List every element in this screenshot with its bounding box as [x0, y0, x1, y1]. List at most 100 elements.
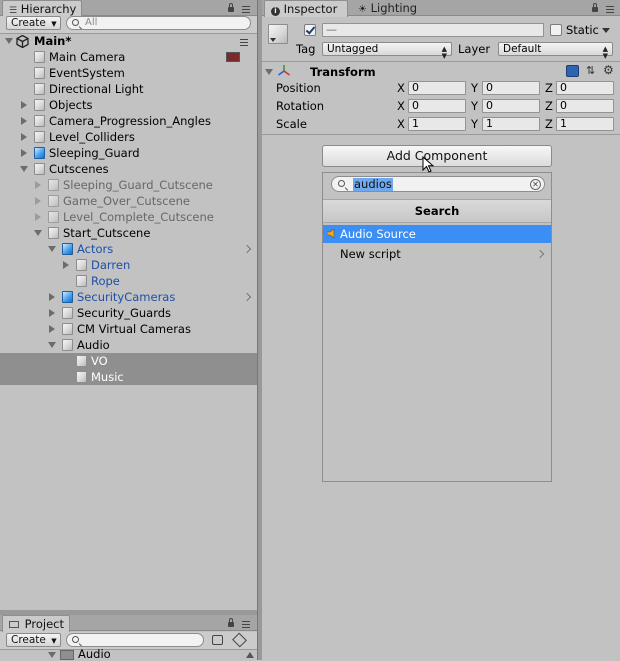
scene-row[interactable]: Main* — [0, 33, 257, 49]
expand-arrow-icon[interactable] — [49, 293, 55, 301]
expand-arrow-icon[interactable] — [21, 149, 27, 157]
item-label: VO — [91, 354, 108, 368]
object-name-field[interactable]: — — [322, 23, 544, 37]
scale-y-field[interactable]: 1 — [482, 117, 540, 131]
clear-search-icon[interactable]: ✕ — [530, 179, 541, 190]
rotation-x-field[interactable]: 0 — [408, 99, 466, 113]
help-book-icon[interactable] — [566, 65, 579, 77]
expand-arrow-icon[interactable] — [35, 197, 41, 205]
tab-hierarchy[interactable]: ☰ Hierarchy — [2, 0, 82, 17]
hierarchy-item-actors[interactable]: Actors — [0, 241, 257, 257]
hierarchy-item-main-camera[interactable]: Main Camera — [0, 49, 257, 65]
axis-x-label: X — [397, 81, 405, 95]
gameobject-icon — [62, 307, 73, 319]
active-checkbox[interactable] — [304, 24, 316, 36]
create-dropdown[interactable]: Create ▼ — [6, 633, 61, 647]
static-dropdown-icon[interactable] — [602, 28, 610, 33]
popup-item-new-script[interactable]: New script — [323, 245, 551, 263]
filter-by-type-icon[interactable] — [212, 635, 223, 645]
position-z-field[interactable]: 0 — [556, 81, 614, 95]
rotation-y-field[interactable]: 0 — [482, 99, 540, 113]
hierarchy-item-cm-virtual-cameras[interactable]: CM Virtual Cameras — [0, 321, 257, 337]
settings-gear-icon[interactable]: ⚙ — [603, 63, 617, 77]
presets-icon[interactable]: ⇅ — [586, 64, 598, 77]
expand-arrow-icon[interactable] — [21, 133, 27, 141]
position-x-field[interactable]: 0 — [408, 81, 466, 95]
filter-by-label-icon[interactable] — [232, 632, 247, 648]
panel-menu-icon[interactable] — [242, 6, 250, 15]
hierarchy-item-securitycameras[interactable]: SecurityCameras — [0, 289, 257, 305]
collapse-arrow-icon[interactable] — [48, 342, 56, 348]
item-label: Main Camera — [49, 50, 126, 64]
dropdown-arrow-icon: ▼ — [51, 20, 57, 28]
hierarchy-item-music[interactable]: Music — [0, 369, 257, 385]
collapse-arrow-icon[interactable] — [48, 246, 56, 252]
hierarchy-item-directional-light[interactable]: Directional Light — [0, 81, 257, 97]
expand-arrow-icon[interactable] — [5, 38, 13, 44]
lock-icon[interactable] — [592, 3, 598, 12]
chevron-right-icon[interactable] — [242, 292, 252, 302]
hierarchy-search-input[interactable]: All — [66, 16, 251, 30]
rotation-z-field[interactable]: 0 — [556, 99, 614, 113]
hierarchy-item-sleeping-guard[interactable]: Sleeping_Guard — [0, 145, 257, 161]
tab-lighting[interactable]: ☀ Lighting — [352, 0, 422, 16]
item-label: SecurityCameras — [77, 290, 176, 304]
inspector-tabbar: i Inspector ☀ Lighting — [262, 0, 620, 17]
popup-search-input[interactable]: audios ✕ — [331, 176, 545, 192]
position-y-field[interactable]: 0 — [482, 81, 540, 95]
hierarchy-item-eventsystem[interactable]: EventSystem — [0, 65, 257, 81]
object-name-value: — — [326, 23, 337, 36]
hierarchy-item-audio[interactable]: Audio — [0, 337, 257, 353]
expand-arrow-icon[interactable] — [21, 117, 27, 125]
expand-arrow-icon[interactable] — [21, 101, 27, 109]
tab-project-label: Project — [24, 617, 65, 631]
lock-icon[interactable] — [228, 618, 234, 627]
collapse-arrow-icon[interactable] — [20, 166, 28, 172]
hierarchy-item-level-complete-cutscene[interactable]: Level_Complete_Cutscene — [0, 209, 257, 225]
lock-icon[interactable] — [228, 3, 234, 12]
hierarchy-item-security-guards[interactable]: Security_Guards — [0, 305, 257, 321]
expand-arrow-icon[interactable] — [35, 181, 41, 189]
gameobject-icon — [48, 211, 59, 223]
chevron-right-icon — [535, 249, 545, 259]
collapse-arrow-icon[interactable] — [265, 69, 273, 75]
collapse-arrow-icon[interactable] — [48, 652, 56, 658]
static-checkbox[interactable] — [550, 24, 562, 36]
hierarchy-item-camera-progression-angles[interactable]: Camera_Progression_Angles — [0, 113, 257, 129]
panel-splitter[interactable] — [257, 0, 262, 660]
hierarchy-item-sleeping-guard-cutscene[interactable]: Sleeping_Guard_Cutscene — [0, 177, 257, 193]
hierarchy-item-objects[interactable]: Objects — [0, 97, 257, 113]
icon-dropdown-arrow-icon[interactable] — [270, 38, 276, 42]
create-dropdown[interactable]: Create ▼ — [6, 16, 61, 30]
expand-arrow-icon[interactable] — [49, 325, 55, 333]
layer-dropdown[interactable]: Default ▲ ▼ — [498, 42, 613, 60]
project-search-input[interactable] — [66, 633, 204, 647]
updown-arrow-icon: ▲ ▼ — [602, 45, 608, 60]
hierarchy-item-darren[interactable]: Darren — [0, 257, 257, 273]
tab-project[interactable]: Project — [2, 615, 70, 632]
scroll-up-arrow-icon[interactable] — [246, 652, 254, 658]
gameobject-icon — [62, 323, 73, 335]
collapse-arrow-icon[interactable] — [34, 230, 42, 236]
scene-menu-icon[interactable] — [240, 39, 248, 48]
hierarchy-item-vo[interactable]: VO — [0, 353, 257, 369]
popup-item-audio-source[interactable]: Audio Source — [323, 225, 551, 243]
hierarchy-item-rope[interactable]: Rope — [0, 273, 257, 289]
hierarchy-item-start-cutscene[interactable]: Start_Cutscene — [0, 225, 257, 241]
gameobject-icon — [34, 83, 45, 95]
hierarchy-item-game-over-cutscene[interactable]: Game_Over_Cutscene — [0, 193, 257, 209]
add-component-button[interactable]: Add Component — [322, 145, 552, 167]
expand-arrow-icon[interactable] — [35, 213, 41, 221]
chevron-right-icon[interactable] — [242, 244, 252, 254]
hierarchy-item-cutscenes[interactable]: Cutscenes — [0, 161, 257, 177]
panel-menu-icon[interactable] — [242, 621, 250, 630]
expand-arrow-icon[interactable] — [49, 309, 55, 317]
scale-z-field[interactable]: 1 — [556, 117, 614, 131]
panel-menu-icon[interactable] — [606, 6, 614, 15]
tag-dropdown[interactable]: Untagged ▲ ▼ — [322, 42, 452, 60]
expand-arrow-icon[interactable] — [63, 261, 69, 269]
scale-x-field[interactable]: 1 — [408, 117, 466, 131]
project-folder-audio[interactable]: Audio — [0, 647, 257, 661]
tab-inspector[interactable]: i Inspector — [264, 0, 348, 17]
hierarchy-item-level-colliders[interactable]: Level_Colliders — [0, 129, 257, 145]
